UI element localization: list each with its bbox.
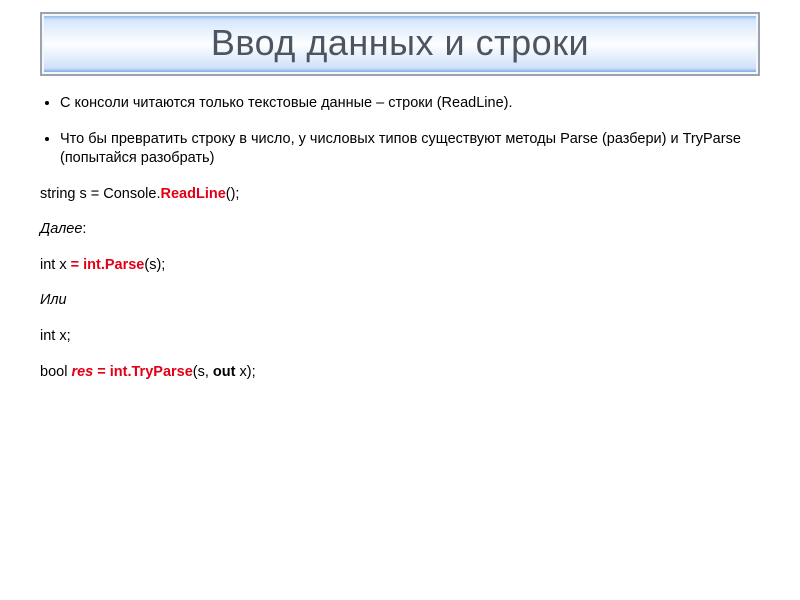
- code-method: = int.TryParse: [93, 364, 193, 380]
- title-box: Ввод данных и строки: [40, 12, 760, 76]
- bullet-item: Что бы превратить строку в число, у числ…: [60, 130, 760, 169]
- code-text: int x: [40, 257, 71, 273]
- code-text: x);: [235, 364, 255, 380]
- code-line-readline: string s = Console.ReadLine();: [40, 185, 760, 205]
- code-keyword: out: [213, 364, 236, 380]
- code-line-parse: int x = int.Parse(s);: [40, 256, 760, 276]
- code-line-tryparse: bool res = int.TryParse(s, out x);: [40, 363, 760, 383]
- code-text: (s,: [193, 364, 213, 380]
- code-text: ();: [226, 186, 240, 202]
- code-text: (s);: [144, 257, 165, 273]
- code-var: res: [71, 364, 93, 380]
- slide: Ввод данных и строки С консоли читаются …: [0, 12, 800, 600]
- label-text: Далее: [40, 221, 82, 237]
- label-or: Или: [40, 291, 760, 311]
- code-text: int x;: [40, 328, 71, 344]
- label-next: Далее:: [40, 220, 760, 240]
- slide-content: С консоли читаются только текстовые данн…: [0, 94, 800, 382]
- code-text: string s = Console.: [40, 186, 161, 202]
- code-text: bool: [40, 364, 71, 380]
- slide-title: Ввод данных и строки: [52, 22, 748, 64]
- bullet-item: С консоли читаются только текстовые данн…: [60, 94, 760, 114]
- label-text: Или: [40, 292, 67, 308]
- code-line-declare: int x;: [40, 327, 760, 347]
- code-method: ReadLine: [161, 186, 226, 202]
- code-method: = int.Parse: [71, 257, 145, 273]
- bullet-list: С консоли читаются только текстовые данн…: [40, 94, 760, 169]
